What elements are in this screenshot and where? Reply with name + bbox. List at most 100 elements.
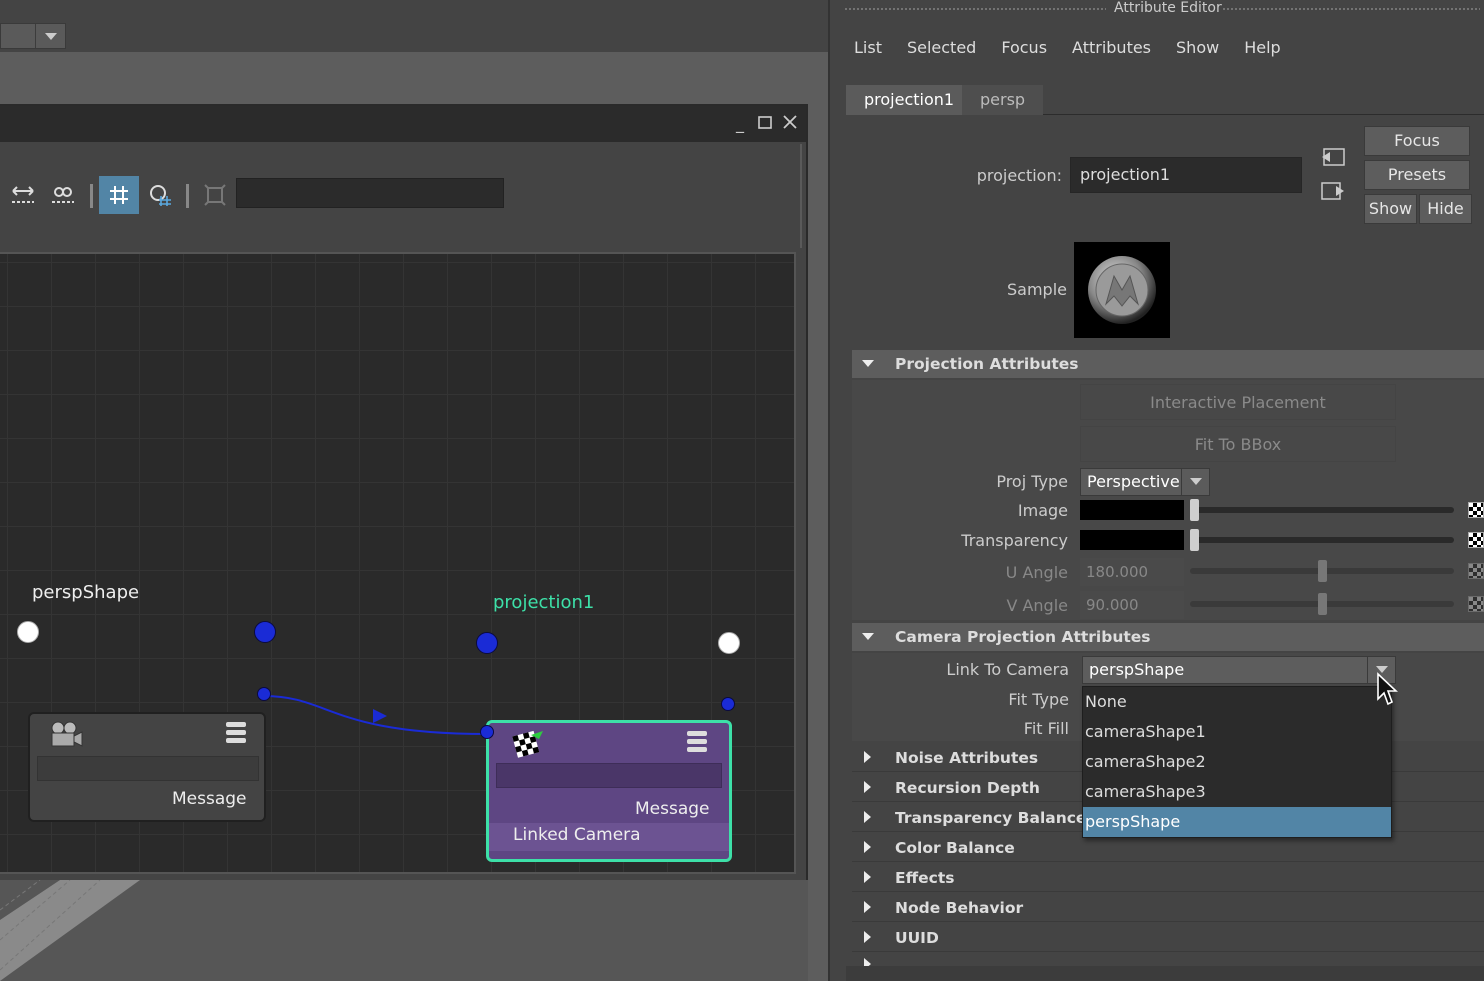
proj-type-dropdown-arrow[interactable] bbox=[1181, 469, 1209, 495]
panel-combo-box[interactable] bbox=[0, 23, 66, 49]
node-search-input[interactable] bbox=[236, 178, 504, 208]
show-button[interactable]: Show bbox=[1364, 194, 1417, 224]
projection1-output-port[interactable] bbox=[718, 632, 740, 654]
projection1-message-port[interactable] bbox=[721, 697, 735, 711]
frame-selected-icon[interactable] bbox=[198, 176, 232, 214]
menu-help[interactable]: Help bbox=[1244, 38, 1280, 57]
panel-combo-arrow[interactable] bbox=[35, 24, 65, 48]
focus-button[interactable]: Focus bbox=[1364, 126, 1470, 156]
maximize-icon[interactable] bbox=[755, 114, 775, 134]
persp-shape-message-label: Message bbox=[172, 789, 247, 809]
collapse-triangle-icon bbox=[864, 751, 871, 763]
dropdown-option-camerashape1[interactable]: cameraShape1 bbox=[1083, 717, 1391, 747]
drag-handle[interactable] bbox=[844, 7, 1106, 11]
link-to-camera-value: perspShape bbox=[1089, 660, 1185, 679]
u-angle-slider-handle[interactable] bbox=[1318, 560, 1327, 582]
projection1-input-port[interactable] bbox=[476, 632, 498, 654]
link-to-camera-options-list[interactable]: None cameraShape1 cameraShape2 cameraSha… bbox=[1082, 686, 1392, 838]
node-editor-window: _ perspShape Message projection1 Message… bbox=[0, 104, 808, 882]
persp-shape-input-port[interactable] bbox=[17, 621, 39, 643]
dropdown-option-perspshape[interactable]: perspShape bbox=[1083, 807, 1391, 837]
dropdown-option-camerashape3[interactable]: cameraShape3 bbox=[1083, 777, 1391, 807]
snap-to-grid-icon[interactable] bbox=[143, 176, 177, 214]
menu-focus[interactable]: Focus bbox=[1001, 38, 1047, 57]
presets-button[interactable]: Presets bbox=[1364, 160, 1470, 190]
menu-selected[interactable]: Selected bbox=[907, 38, 976, 57]
fit-fill-label: Fit Fill bbox=[1023, 719, 1069, 738]
projection1-node[interactable]: Message Linked Camera bbox=[486, 720, 732, 862]
arrange-horizontal-icon[interactable] bbox=[6, 176, 40, 214]
tab-projection1[interactable]: projection1 bbox=[846, 85, 973, 115]
transparency-color-swatch[interactable] bbox=[1080, 530, 1184, 550]
persp-shape-node[interactable]: Message bbox=[28, 712, 266, 822]
tab-persp[interactable]: persp bbox=[962, 85, 1044, 115]
section-uuid[interactable]: UUID bbox=[852, 924, 1484, 952]
v-angle-slider-handle[interactable] bbox=[1318, 593, 1327, 615]
section-title: Color Balance bbox=[895, 839, 1015, 857]
section-color-balance[interactable]: Color Balance bbox=[852, 834, 1484, 862]
interactive-placement-button[interactable]: Interactive Placement bbox=[1080, 384, 1396, 420]
menu-list[interactable]: List bbox=[854, 38, 882, 57]
persp-shape-output-port[interactable] bbox=[254, 621, 276, 643]
node-stack-icon[interactable] bbox=[226, 722, 246, 744]
attribute-editor-panel: Attribute Editor List Selected Focus Att… bbox=[828, 0, 1484, 981]
section-node-behavior[interactable]: Node Behavior bbox=[852, 894, 1484, 922]
projection1-linked-camera-port[interactable] bbox=[480, 725, 494, 739]
v-angle-map-button-icon[interactable] bbox=[1468, 596, 1484, 612]
link-to-camera-dropdown[interactable]: perspShape bbox=[1082, 656, 1396, 684]
node-editor-titlebar[interactable]: _ bbox=[0, 106, 806, 142]
section-title: Recursion Depth bbox=[895, 779, 1040, 797]
section-effects[interactable]: Effects bbox=[852, 864, 1484, 892]
dropdown-option-none[interactable]: None bbox=[1083, 687, 1391, 717]
drag-handle[interactable] bbox=[1222, 7, 1480, 11]
node-stack-icon[interactable] bbox=[687, 731, 707, 753]
image-slider-handle[interactable] bbox=[1190, 499, 1199, 521]
close-icon[interactable] bbox=[780, 114, 800, 134]
proj-type-dropdown[interactable]: Perspective bbox=[1080, 468, 1210, 496]
grid-toggle-icon[interactable] bbox=[99, 176, 139, 214]
node-name-field[interactable]: projection1 bbox=[1070, 157, 1302, 193]
collapse-triangle-icon bbox=[864, 958, 871, 966]
image-slider[interactable] bbox=[1190, 507, 1454, 513]
toolbar-separator bbox=[90, 184, 93, 208]
linked-camera-row[interactable]: Linked Camera bbox=[489, 823, 729, 851]
section-header-projection-attributes[interactable]: Projection Attributes bbox=[852, 350, 1484, 378]
menu-attributes[interactable]: Attributes bbox=[1072, 38, 1151, 57]
collapse-triangle-icon bbox=[864, 931, 871, 943]
node-title-persp-shape: perspShape bbox=[32, 582, 140, 603]
attribute-editor-menubar: List Selected Focus Attributes Show Help bbox=[854, 38, 1306, 57]
u-angle-map-button-icon[interactable] bbox=[1468, 563, 1484, 579]
minimize-icon[interactable]: _ bbox=[730, 114, 750, 134]
projection-attributes-body: Interactive Placement Fit To BBox Proj T… bbox=[852, 380, 1484, 620]
u-angle-label: U Angle bbox=[1005, 563, 1068, 582]
link-to-camera-label: Link To Camera bbox=[946, 660, 1069, 679]
persp-shape-message-port[interactable] bbox=[257, 687, 271, 701]
transparency-map-button-icon[interactable] bbox=[1468, 532, 1484, 548]
collapse-triangle-icon bbox=[864, 871, 871, 883]
connections-icon[interactable] bbox=[46, 176, 80, 214]
checker-texture-icon bbox=[509, 729, 545, 765]
menu-show[interactable]: Show bbox=[1176, 38, 1219, 57]
projection1-message-label: Message bbox=[635, 799, 710, 819]
mouse-cursor-icon bbox=[1376, 672, 1399, 712]
image-color-swatch[interactable] bbox=[1080, 500, 1184, 520]
v-angle-field[interactable]: 90.000 bbox=[1080, 591, 1184, 619]
sample-swatch[interactable] bbox=[1074, 242, 1170, 338]
sample-label: Sample bbox=[1007, 280, 1067, 299]
section-title: Camera Projection Attributes bbox=[895, 628, 1151, 646]
dropdown-option-camerashape2[interactable]: cameraShape2 bbox=[1083, 747, 1391, 777]
section-title: Transparency Balance bbox=[895, 809, 1087, 827]
transparency-slider-handle[interactable] bbox=[1190, 529, 1199, 551]
section-title: Effects bbox=[895, 869, 955, 887]
image-map-button-icon[interactable] bbox=[1468, 502, 1484, 518]
output-connections-icon[interactable] bbox=[1320, 180, 1346, 206]
transparency-slider[interactable] bbox=[1190, 537, 1454, 543]
node-graph-canvas[interactable]: perspShape Message projection1 Message L… bbox=[0, 252, 796, 874]
u-angle-field[interactable]: 180.000 bbox=[1080, 558, 1184, 586]
attribute-editor-titlebar: Attribute Editor bbox=[830, 0, 1484, 20]
input-connections-icon[interactable] bbox=[1320, 146, 1346, 172]
section-header-camera-projection-attributes[interactable]: Camera Projection Attributes bbox=[852, 623, 1484, 651]
collapse-triangle-icon bbox=[864, 811, 871, 823]
hide-button[interactable]: Hide bbox=[1419, 194, 1472, 224]
fit-to-bbox-button[interactable]: Fit To BBox bbox=[1080, 426, 1396, 462]
